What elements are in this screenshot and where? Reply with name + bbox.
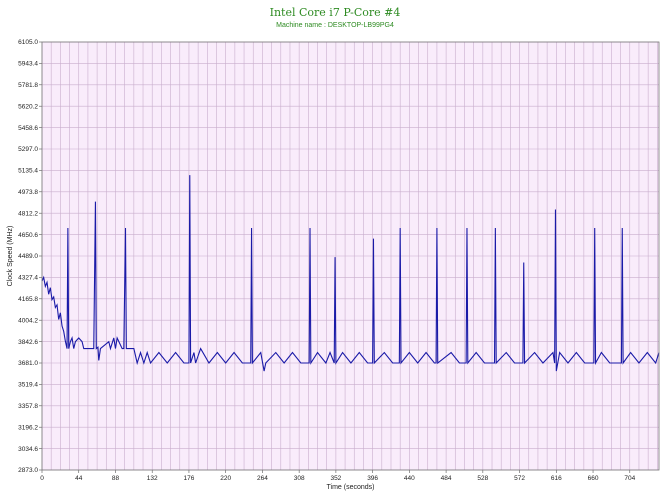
y-tick-label: 5943.4 (18, 61, 38, 68)
y-tick-label: 4327.4 (18, 275, 38, 282)
x-tick-label: 352 (330, 475, 341, 482)
y-tick-label: 5297.0 (18, 146, 38, 153)
x-tick-label: 88 (112, 475, 120, 482)
grid-lines (41, 41, 659, 471)
x-axis-ticks: 0 44 88 132 176 220 264 308 352 396 440 484 528 572 61… (40, 470, 636, 482)
x-tick-label: 308 (294, 475, 305, 482)
y-tick-label: 5135.4 (18, 168, 38, 175)
x-tick-label: 176 (184, 475, 195, 482)
y-axis-label: Clock Speed (MHz) (7, 226, 14, 287)
x-tick-label: 264 (257, 475, 268, 482)
y-tick-label: 2873.0 (18, 467, 38, 474)
chart-canvas: 2873.0 3034.6 3196.2 3357.8 3519.4 3681.0 3842… (7, 39, 660, 491)
x-tick-label: 0 (40, 475, 44, 482)
y-tick-label: 4650.6 (18, 232, 38, 239)
x-tick-label: 484 (441, 475, 452, 482)
x-tick-label: 132 (147, 475, 158, 482)
y-tick-label: 3842.6 (18, 339, 38, 346)
x-tick-label: 44 (75, 475, 83, 482)
x-tick-label: 440 (404, 475, 415, 482)
y-tick-label: 4489.0 (18, 253, 38, 260)
x-tick-label: 528 (477, 475, 488, 482)
y-tick-label: 6105.0 (18, 39, 38, 46)
y-axis-ticks: 2873.0 3034.6 3196.2 3357.8 3519.4 3681.0 3842… (18, 39, 42, 474)
x-tick-label: 572 (514, 475, 525, 482)
y-tick-label: 3681.0 (18, 360, 38, 367)
x-tick-label: 704 (624, 475, 635, 482)
y-tick-label: 3357.8 (18, 403, 38, 410)
x-tick-label: 660 (588, 475, 599, 482)
y-tick-label: 4004.2 (18, 317, 38, 324)
x-tick-label: 396 (367, 475, 378, 482)
y-tick-label: 4165.8 (18, 296, 38, 303)
x-tick-label: 616 (551, 475, 562, 482)
y-tick-label: 5620.2 (18, 103, 38, 110)
y-tick-label: 4973.8 (18, 189, 38, 196)
y-tick-label: 5781.8 (18, 82, 38, 89)
y-tick-label: 3519.4 (18, 382, 38, 389)
y-tick-label: 5458.6 (18, 125, 38, 132)
x-tick-label: 220 (220, 475, 231, 482)
x-axis-label: Time (seconds) (327, 484, 375, 491)
y-tick-label: 3196.2 (18, 424, 38, 431)
y-tick-label: 4812.2 (18, 210, 38, 217)
y-tick-label: 3034.6 (18, 446, 38, 453)
